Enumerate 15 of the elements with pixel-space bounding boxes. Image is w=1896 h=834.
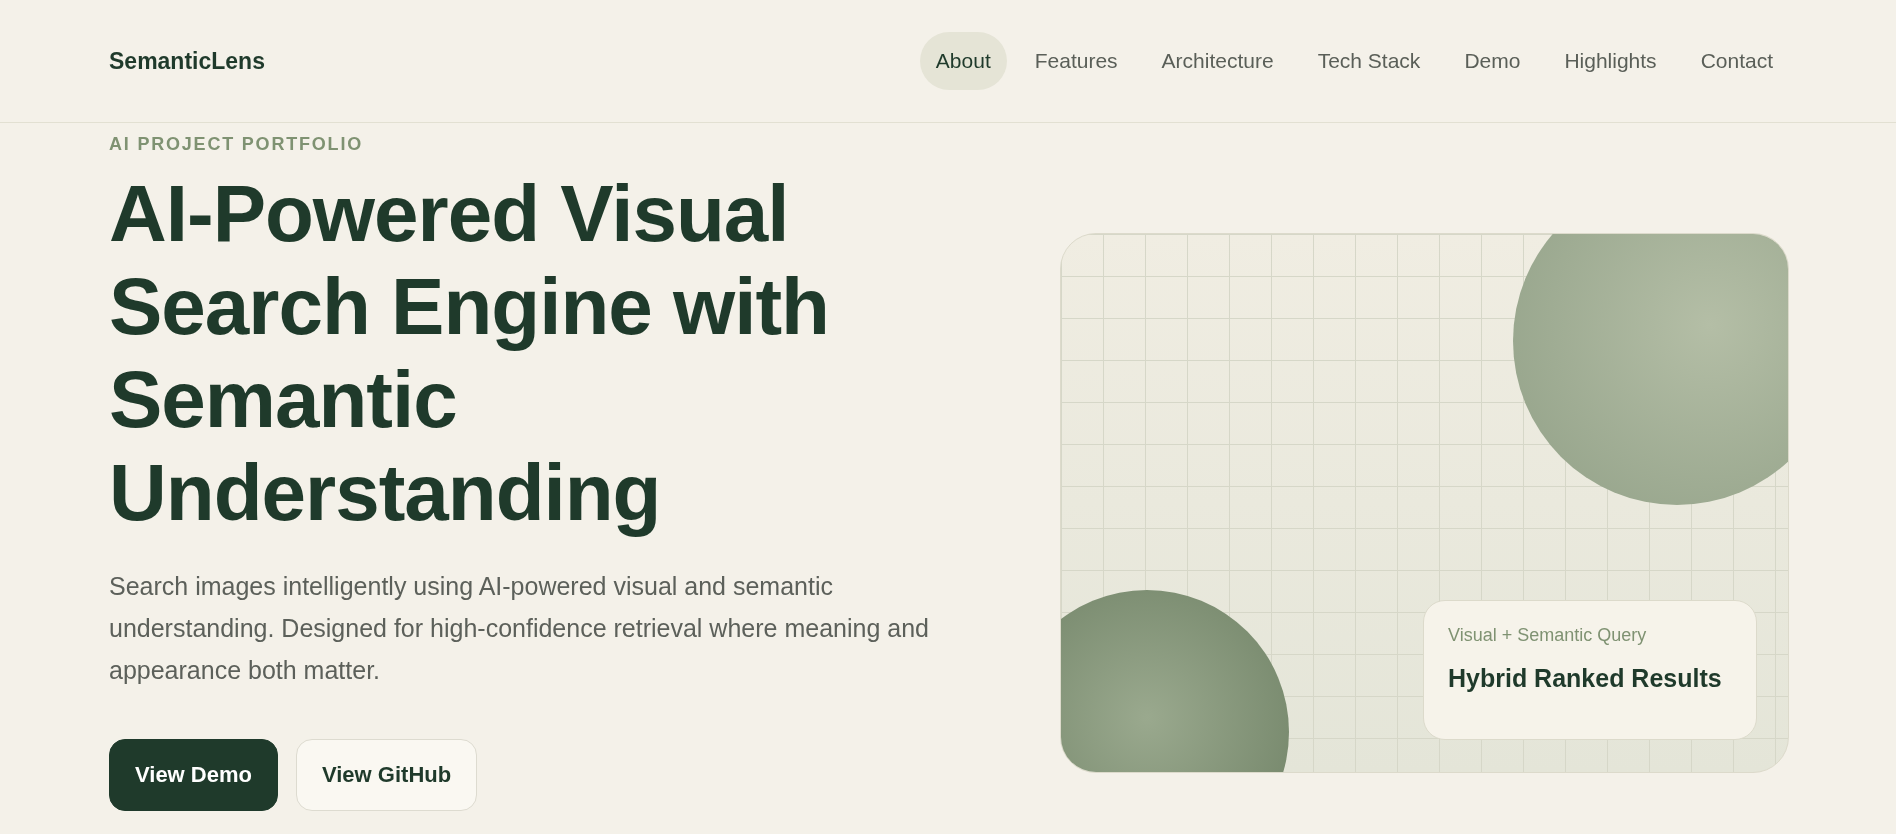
query-caption: Visual + Semantic Query: [1448, 625, 1648, 646]
nav-link[interactable]: Tech Stack: [1301, 32, 1437, 90]
nav-link[interactable]: Contact: [1684, 32, 1789, 90]
brand-logo[interactable]: SemanticLens: [109, 47, 265, 75]
hero-description: Search images intelligently using AI-powered visual and semantic understanding. Designed for high-confidence retrieval where meaning and appearance both matter.: [109, 571, 930, 686]
hero-title: AI-Powered Visual Search Engine with Semantic Understanding: [109, 168, 830, 539]
view-github-button[interactable]: View GitHub: [296, 739, 478, 811]
nav-link[interactable]: Highlights: [1548, 32, 1673, 90]
nav-link[interactable]: Demo: [1448, 32, 1537, 90]
view-demo-button[interactable]: View Demo: [109, 739, 278, 811]
eyebrow-label: AI PROJECT PORTFOLIO: [109, 134, 364, 155]
nav-link[interactable]: Architecture: [1145, 32, 1290, 90]
result-title: Hybrid Ranked Results: [1448, 664, 1723, 693]
nav-link[interactable]: Features: [1018, 32, 1134, 90]
nav-link[interactable]: About: [919, 32, 1007, 90]
